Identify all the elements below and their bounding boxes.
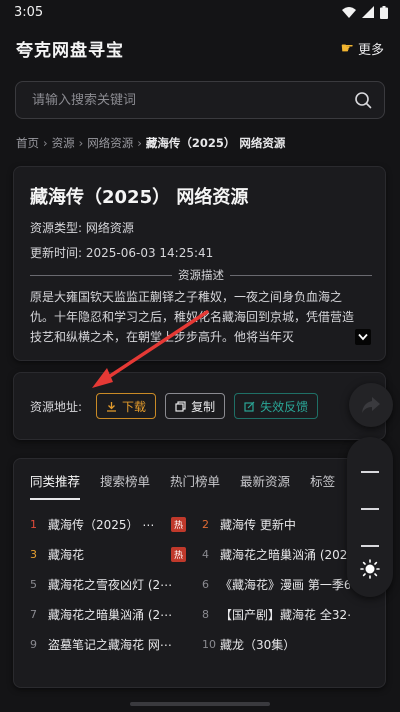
rank-number: 9 [30,637,37,651]
rank-number: 4 [202,547,209,561]
list-item[interactable]: 2 藏海传 更新中 [202,515,358,533]
report-label: 失效反馈 [260,399,309,414]
status-icons [342,5,388,19]
chevron-right-icon: › [137,136,142,150]
rank-title: 【国产剧】藏海花 全32⋯ [220,607,350,622]
wifi-icon [342,6,356,18]
tab-latest[interactable]: 最新资源 [240,471,290,500]
floating-toolbar [347,437,393,597]
app-header: 夸克网盘寻宝 ☛ 更多 [0,28,400,68]
chevron-down-icon [358,333,368,341]
resource-detail-card: 藏海传（2025） 网络资源 资源类型: 网络资源 更新时间: 2025-06-… [13,166,386,361]
more-label: 更多 [357,42,384,58]
battery-icon [380,5,388,19]
resource-link-card: 资源地址: 下载 复制 失效反馈 [13,372,386,440]
download-button[interactable]: 下载 [96,393,157,419]
hot-badge: 热 [171,516,186,532]
expand-description-button[interactable] [355,329,371,345]
rank-number: 3 [30,547,37,561]
rank-title: 盗墓笔记之藏海花 网⋯ [48,637,172,652]
resource-description: 原是大雍国钦天监监正蒯铎之子稚奴，一夜之间身负血海之仇。十年隐忍和学习之后，稚奴… [30,290,355,344]
recommendation-card: 同类推荐 搜索榜单 热门榜单 最新资源 标签 更 1 藏海传（2025） ⋯ 热… [13,458,386,688]
toolbar-menu-line-2[interactable] [361,508,379,510]
list-item[interactable]: 5 藏海花之雪夜凶灯 (2⋯ [30,575,186,593]
rank-number: 7 [30,607,37,621]
app-title: 夸克网盘寻宝 [16,40,124,61]
divider-line [30,274,172,276]
share-icon [362,397,380,413]
copy-icon [175,400,186,412]
list-item[interactable]: 10 藏龙（30集） [202,635,358,653]
rank-number: 1 [30,517,37,531]
breadcrumb: 首页 › 资源 › 网络资源 › 藏海传（2025） 网络资源 [16,134,386,152]
chevron-right-icon: › [43,136,48,150]
rank-title: 藏海传 更新中 [220,517,296,532]
list-item[interactable]: 8 【国产剧】藏海花 全32⋯ [202,605,358,623]
list-item[interactable]: 7 藏海花之暗巢汹涌 (2⋯ [30,605,186,623]
resource-title: 藏海传（2025） 网络资源 [30,187,249,208]
tab-search-ranking[interactable]: 搜索榜单 [100,471,150,500]
resource-link-label: 资源地址: [30,399,83,414]
search-icon[interactable] [354,91,372,109]
rank-title: 藏龙（30集） [220,637,296,652]
update-time: 更新时间: 2025-06-03 14:25:41 [30,246,214,260]
edit-icon [244,401,255,412]
status-bar: 3:05 [0,0,400,24]
share-button[interactable] [349,383,393,427]
rank-title: 藏海传（2025） ⋯ [48,517,155,532]
rank-number: 5 [30,577,37,591]
rank-title: 藏海花之暗巢汹涌 (2024 [220,547,350,562]
resource-type: 资源类型: 网络资源 [30,221,134,235]
status-time: 3:05 [14,4,44,20]
home-indicator [130,702,270,706]
rank-title: 藏海花之雪夜凶灯 (2⋯ [48,577,173,592]
rank-number: 10 [202,637,216,651]
rank-title: 《藏海花》漫画 第一季6⋯ [220,577,350,592]
chevron-right-icon: › [78,136,84,150]
breadcrumb-home[interactable]: 首页 [16,135,39,151]
list-item[interactable]: 1 藏海传（2025） ⋯ 热 [30,515,186,533]
rank-title: 藏海花 [48,547,85,562]
divider-line [230,274,372,276]
toolbar-menu-line-3[interactable] [361,545,379,547]
rank-title: 藏海花之暗巢汹涌 (2⋯ [48,607,173,622]
breadcrumb-network-resources[interactable]: 网络资源 [87,135,133,151]
breadcrumb-resources[interactable]: 资源 [52,135,75,151]
search-box [15,81,385,119]
rank-number: 6 [202,577,209,591]
download-icon [107,401,117,412]
hot-badge: 热 [171,546,186,562]
list-item[interactable]: 6 《藏海花》漫画 第一季6⋯ [202,575,358,593]
tab-hot-ranking[interactable]: 热门榜单 [170,471,220,500]
recommendation-tabs: 同类推荐 搜索榜单 热门榜单 最新资源 标签 更 [30,471,368,500]
tab-tags[interactable]: 标签 [310,471,335,500]
description-heading: 资源描述 [178,268,224,282]
rank-number: 8 [202,607,209,621]
toolbar-menu-line-1[interactable] [361,471,379,473]
copy-label: 复制 [191,399,216,414]
description-divider: 资源描述 [30,267,372,283]
copy-button[interactable]: 复制 [165,393,226,419]
list-item[interactable]: 3 藏海花 热 [30,545,186,563]
download-label: 下载 [122,399,147,414]
more-button[interactable]: ☛ 更多 [341,39,384,58]
sun-icon[interactable] [360,559,380,579]
list-item[interactable]: 4 藏海花之暗巢汹涌 (2024 [202,545,358,563]
rank-number: 2 [202,517,209,531]
breadcrumb-current: 藏海传（2025） 网络资源 [145,136,286,150]
tab-similar[interactable]: 同类推荐 [30,471,81,500]
search-input[interactable] [32,92,354,108]
report-invalid-button[interactable]: 失效反馈 [234,393,319,419]
list-item[interactable]: 9 盗墓笔记之藏海花 网⋯ [30,635,186,653]
pointing-hand-icon: ☛ [340,39,354,57]
signal-icon [362,6,374,18]
